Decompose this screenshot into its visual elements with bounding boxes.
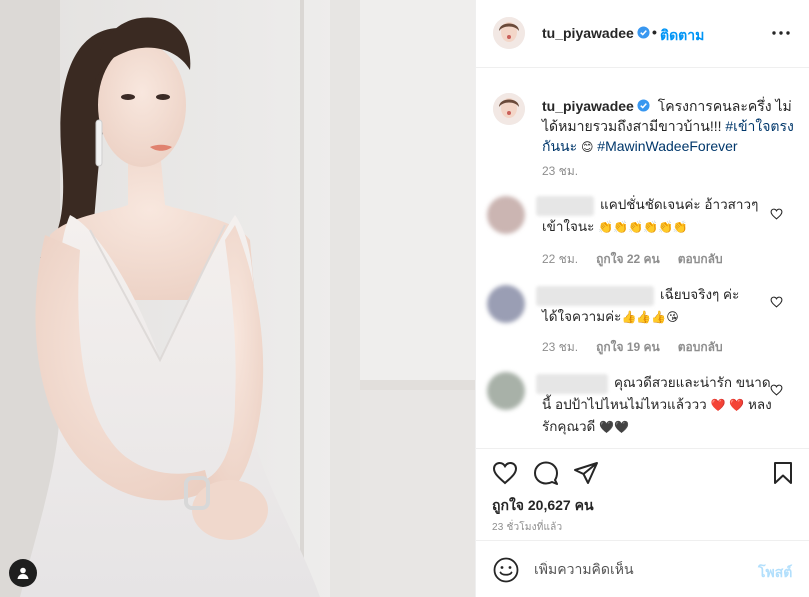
post-side-panel: tu_piyawadee • ติดตาม tu_piyawadee โครงก…	[475, 0, 809, 597]
caption-emoji: 😊	[577, 140, 598, 154]
comment-time: 22 ชม.	[542, 252, 579, 266]
follow-button[interactable]: ติดตาม	[660, 25, 704, 47]
author-username[interactable]: tu_piyawadee	[542, 25, 650, 41]
reply-button[interactable]: ตอบกลับ	[678, 340, 723, 354]
post-caption: tu_piyawadee โครงการคนละครึ่ง ไม่ได้หมาย…	[542, 96, 794, 157]
comment-heart-icon[interactable]	[770, 208, 783, 220]
more-options-icon[interactable]	[770, 24, 792, 42]
post-timestamp: 23 ชั่วโมงที่แล้ว	[492, 522, 563, 533]
post-header: tu_piyawadee • ติดตาม	[476, 0, 809, 68]
comment-heart-icon[interactable]	[770, 296, 783, 308]
bookmark-icon[interactable]	[772, 461, 794, 485]
hashtag-link[interactable]: #MawinWadeeForever	[597, 138, 737, 154]
header-separator: •	[652, 24, 657, 40]
caption-avatar[interactable]	[493, 93, 525, 125]
comment-input[interactable]	[534, 561, 734, 577]
commenter-avatar[interactable]	[487, 372, 525, 410]
verified-badge-icon	[637, 26, 650, 39]
emoji-icon[interactable]	[493, 557, 519, 583]
user-tag-icon[interactable]	[9, 559, 37, 587]
caption-time: 23 ชม.	[542, 164, 579, 178]
comment-text: แคปชั่นชัดเจนค่ะ อ้าวสาวๆ เข้าใจนะ 👏👏👏👏👏…	[542, 197, 759, 234]
add-comment-bar: โพสต์	[476, 540, 809, 597]
comment-likes[interactable]: ถูกใจ 22 คน	[596, 252, 660, 266]
verified-badge-icon	[637, 99, 650, 112]
post-comment-button[interactable]: โพสต์	[758, 562, 792, 584]
like-count[interactable]: ถูกใจ 20,627 คน	[492, 495, 594, 517]
reply-button[interactable]: ตอบกลับ	[678, 252, 723, 266]
comment-text: เฉียบจริงๆ ค่ะ ได้ใจความค่ะ👍👍👍😘	[542, 287, 740, 324]
comment-likes[interactable]: ถูกใจ 19 คน	[596, 340, 660, 354]
comment-text: คุณวดีสวยและน่ารัก ขนาดนี้ อปป้าไปไหนไม่…	[542, 375, 772, 434]
commenter-avatar[interactable]	[487, 285, 525, 323]
author-avatar[interactable]	[493, 17, 525, 49]
heart-icon[interactable]	[492, 461, 518, 485]
comment-meta: 23 ชม. ถูกใจ 19 คน ตอบกลับ	[542, 338, 741, 357]
post-actions: ถูกใจ 20,627 คน 23 ชั่วโมงที่แล้ว	[476, 448, 809, 540]
comment-heart-icon[interactable]	[770, 384, 783, 396]
comment-meta: 22 ชม. ถูกใจ 22 คน ตอบกลับ	[542, 250, 741, 269]
caption-username[interactable]: tu_piyawadee	[542, 98, 650, 114]
share-icon[interactable]	[573, 461, 599, 485]
comment-time: 23 ชม.	[542, 340, 579, 354]
comment-icon[interactable]	[533, 461, 559, 485]
commenter-avatar[interactable]	[487, 196, 525, 234]
post-photo[interactable]	[0, 0, 475, 597]
